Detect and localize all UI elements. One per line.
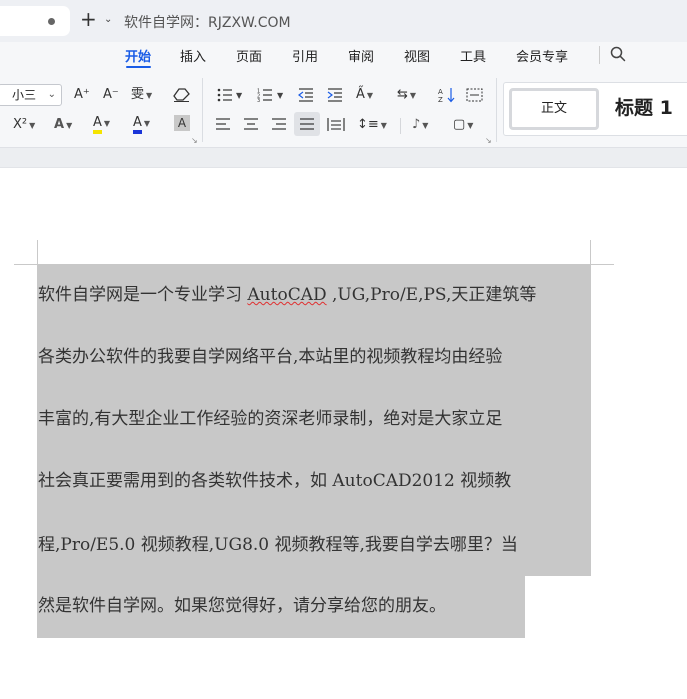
superscript-button[interactable]: X² ▼ <box>13 116 35 135</box>
character-spacing-button[interactable]: A̋ ▼ <box>356 86 373 105</box>
chevron-down-icon: ▼ <box>103 119 111 128</box>
text-effect-button[interactable]: A ▼ <box>54 116 72 135</box>
text-direction-button[interactable]: ⇆ ▼ <box>397 86 416 105</box>
show-hide-marks-icon[interactable] <box>466 88 483 102</box>
char-shading-button[interactable]: A <box>174 115 190 131</box>
paragraph-shading-button[interactable]: ♪ ▼ <box>412 116 428 135</box>
chevron-down-icon: ▼ <box>146 91 153 100</box>
misspelled-word: AutoCAD <box>247 285 327 305</box>
text-run: 软件自学网是一个专业学习 <box>38 285 248 305</box>
font-size-select[interactable]: 小三 ⌄ <box>0 84 62 106</box>
paragraph-line: 程,Pro/E5.0 视频教程,UG8.0 视频教程等,我要自学去哪里？当 <box>38 535 518 555</box>
svg-text:Z: Z <box>438 96 443 103</box>
chevron-down-icon: ▼ <box>409 91 417 100</box>
bullet-list-icon[interactable] <box>217 88 233 102</box>
font-dialog-launcher-icon[interactable]: ↘ <box>191 136 198 145</box>
chevron-down-icon: ▼ <box>29 121 36 130</box>
grow-font-button[interactable]: A⁺ <box>74 86 90 104</box>
highlight-label: A <box>93 115 102 134</box>
border-icon: ▢ <box>453 117 466 132</box>
tab-view[interactable]: 视图 <box>404 46 430 65</box>
borders-button[interactable]: ▢ ▼ <box>453 116 473 135</box>
text-effect-label: A <box>54 117 65 132</box>
chevron-down-icon: ▼ <box>143 119 151 128</box>
phonetic-guide-label: 雯 <box>131 87 145 102</box>
chevron-down-icon: ⌄ <box>47 89 56 100</box>
menu-divider <box>599 46 600 64</box>
margin-marker-right-h <box>590 264 614 265</box>
document-page[interactable]: 软件自学网是一个专业学习 AutoCAD ,UG,Pro/E,PS,天正建筑等 … <box>0 169 687 699</box>
font-size-value: 小三 <box>12 88 37 102</box>
chevron-down-icon: ▼ <box>380 121 387 130</box>
style-normal[interactable]: 正文 <box>509 88 599 130</box>
tab-membership[interactable]: 会员专享 <box>516 46 568 65</box>
ribbon-tabs: 开始 插入 页面 引用 审阅 视图 工具 会员专享 <box>0 42 687 70</box>
decrease-indent-icon[interactable] <box>298 88 314 102</box>
margin-marker-left <box>37 240 38 264</box>
font-color-label: A <box>133 115 142 134</box>
svg-text:3: 3 <box>257 98 260 102</box>
numbered-list-icon[interactable]: 123 <box>257 88 273 102</box>
home-toolbar: 小三 ⌄ A⁺ A⁻ 雯 ▼ X² ▼ A ▼ A ▼ A ▼ A ↘ ▼ 123 <box>0 70 687 148</box>
line-spacing-icon: ↕≡ <box>357 117 379 132</box>
chevron-down-icon: ▼ <box>66 121 73 130</box>
ruler-gap <box>0 148 687 168</box>
justify-button[interactable] <box>294 112 320 136</box>
group-divider <box>202 78 203 142</box>
increase-indent-icon[interactable] <box>327 88 343 102</box>
chevron-down-icon: ▼ <box>467 121 474 130</box>
highlight-button[interactable]: A ▼ <box>93 114 110 134</box>
paragraph-line: 社会真正要需用到的各类软件技术，如 AutoCAD2012 视频教 <box>38 471 512 491</box>
line-spacing-button[interactable]: ↕≡ ▼ <box>357 116 387 135</box>
tab-review[interactable]: 审阅 <box>348 46 374 65</box>
text-direction-icon: ⇆ <box>397 87 408 102</box>
paragraph-line: 软件自学网是一个专业学习 AutoCAD ,UG,Pro/E,PS,天正建筑等 <box>38 284 536 306</box>
tab-home[interactable]: 开始 <box>125 46 151 65</box>
tab-insert[interactable]: 插入 <box>180 46 206 65</box>
shrink-font-button[interactable]: A⁻ <box>103 86 119 104</box>
tab-page[interactable]: 页面 <box>236 46 262 65</box>
paint-bucket-icon: ♪ <box>412 117 421 132</box>
new-tab-plus-icon[interactable]: + <box>80 7 97 31</box>
margin-marker-left-h <box>14 264 38 265</box>
chevron-down-icon: ▼ <box>422 121 429 130</box>
align-right-icon[interactable] <box>271 118 287 131</box>
new-tab-chevron-down-icon[interactable]: ⌄ <box>104 14 112 25</box>
paragraph-dialog-launcher-icon[interactable]: ↘ <box>485 136 492 145</box>
unsaved-dot-icon[interactable] <box>48 18 55 25</box>
paragraph-line: 丰富的,有大型企业工作经验的资深老师录制，绝对是大家立足 <box>38 409 503 429</box>
sort-icon[interactable]: AZ <box>438 87 456 103</box>
text-run: ,UG,Pro/E,PS,天正建筑等 <box>326 285 537 305</box>
margin-marker-right <box>590 240 591 264</box>
style-heading-1[interactable]: 标题 1 <box>615 93 673 120</box>
wps-writer-window: + ⌄ 软件自学网：RJZXW.COM 开始 插入 页面 引用 审阅 视图 工具… <box>0 0 687 699</box>
search-icon[interactable] <box>609 45 627 63</box>
tab-tools[interactable]: 工具 <box>460 46 486 65</box>
align-justify-icon <box>300 118 314 130</box>
title-bar: + ⌄ 软件自学网：RJZXW.COM <box>0 0 687 42</box>
active-tab-indicator <box>126 66 151 68</box>
document-tab[interactable] <box>0 6 70 36</box>
font-color-button[interactable]: A ▼ <box>133 114 150 134</box>
chevron-down-icon: ▼ <box>366 91 374 100</box>
styles-gallery: 正文 标题 1 <box>503 82 687 136</box>
paragraph-line: 然是软件自学网。如果您觉得好，请分享给您的朋友。 <box>38 596 446 616</box>
phonetic-guide-button[interactable]: 雯 ▼ <box>131 86 152 105</box>
paragraph-line: 各类办公软件的我要自学网络平台,本站里的视频教程均由经验 <box>38 347 503 367</box>
chevron-down-icon[interactable]: ▼ <box>277 91 283 100</box>
superscript-label: X² <box>13 117 28 132</box>
clear-format-eraser-icon[interactable] <box>173 87 190 102</box>
toolbar-divider <box>400 118 401 134</box>
tab-references[interactable]: 引用 <box>292 46 318 65</box>
character-spacing-icon: A̋ <box>356 87 365 102</box>
chevron-down-icon[interactable]: ▼ <box>236 91 242 100</box>
align-left-icon[interactable] <box>215 118 231 131</box>
svg-text:A: A <box>438 88 443 96</box>
align-center-icon[interactable] <box>243 118 259 131</box>
window-title: 软件自学网：RJZXW.COM <box>124 15 291 31</box>
group-divider <box>496 78 497 142</box>
distributed-align-icon[interactable] <box>327 117 345 132</box>
